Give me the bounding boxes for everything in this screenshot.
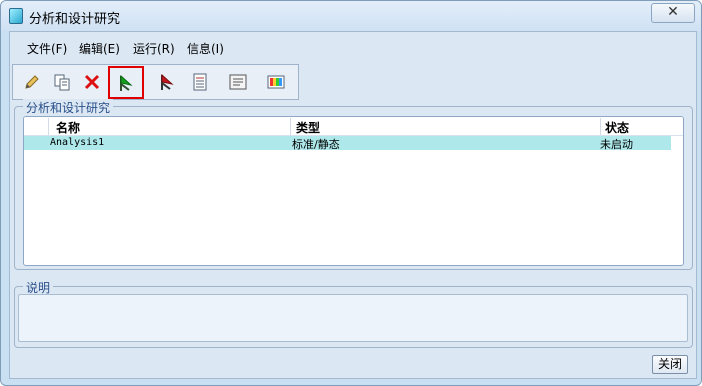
close-button[interactable]: 关闭 (652, 355, 688, 374)
list-header: 名称 类型 状态 (24, 117, 683, 136)
menu-edit[interactable]: 编辑(E) (79, 40, 120, 57)
column-header-name[interactable]: 名称 (56, 119, 80, 136)
copy-icon (54, 74, 70, 91)
row-type: 标准/静态 (292, 138, 340, 151)
copy-button[interactable] (49, 69, 75, 95)
table-row[interactable]: Analysis1 标准/静态 未启动 (24, 136, 671, 151)
row-name: Analysis1 (50, 137, 105, 148)
edit-button[interactable] (19, 69, 45, 95)
menu-run[interactable]: 运行(R) (133, 40, 175, 57)
studies-group-label: 分析和设计研究 (23, 99, 114, 116)
column-separator (290, 118, 291, 135)
column-header-type[interactable]: 类型 (296, 119, 320, 136)
results-button[interactable] (263, 69, 289, 95)
menu-info[interactable]: 信息(I) (187, 40, 224, 57)
stop-run-button[interactable] (154, 69, 180, 95)
window-title: 分析和设计研究 (29, 12, 121, 27)
list-icon (193, 73, 207, 91)
delete-x-icon (84, 74, 100, 90)
row-status: 未启动 (600, 138, 633, 151)
analysis-design-study-window: 分析和设计研究 ✕ 文件(F) 编辑(E) 运行(R) 信息(I) 分析和设计研… (0, 0, 702, 386)
list-button[interactable] (187, 69, 213, 95)
window-close-button[interactable]: ✕ (651, 3, 695, 23)
results-icon (267, 75, 285, 89)
delete-button[interactable] (79, 69, 105, 95)
report-icon (229, 74, 247, 90)
start-run-button[interactable] (108, 66, 144, 99)
app-icon (9, 8, 23, 24)
toolbar (12, 64, 299, 100)
dialog-client-area: 文件(F) 编辑(E) 运行(R) 信息(I) 分析和设计研究 名称 类型 状态… (9, 31, 697, 379)
pencil-icon (25, 75, 39, 89)
studies-list[interactable]: 名称 类型 状态 Analysis1 标准/静态 未启动 (23, 116, 684, 266)
column-separator (48, 118, 49, 135)
report-button[interactable] (225, 69, 251, 95)
menu-file[interactable]: 文件(F) (27, 40, 67, 57)
description-field[interactable] (18, 294, 688, 342)
menu-bar: 文件(F) 编辑(E) 运行(R) 信息(I) (10, 32, 696, 60)
green-flag-icon (120, 74, 133, 91)
column-header-status[interactable]: 状态 (605, 119, 629, 136)
red-flag-icon (161, 73, 174, 90)
column-separator (600, 118, 601, 135)
title-bar: 分析和设计研究 ✕ (1, 1, 701, 31)
